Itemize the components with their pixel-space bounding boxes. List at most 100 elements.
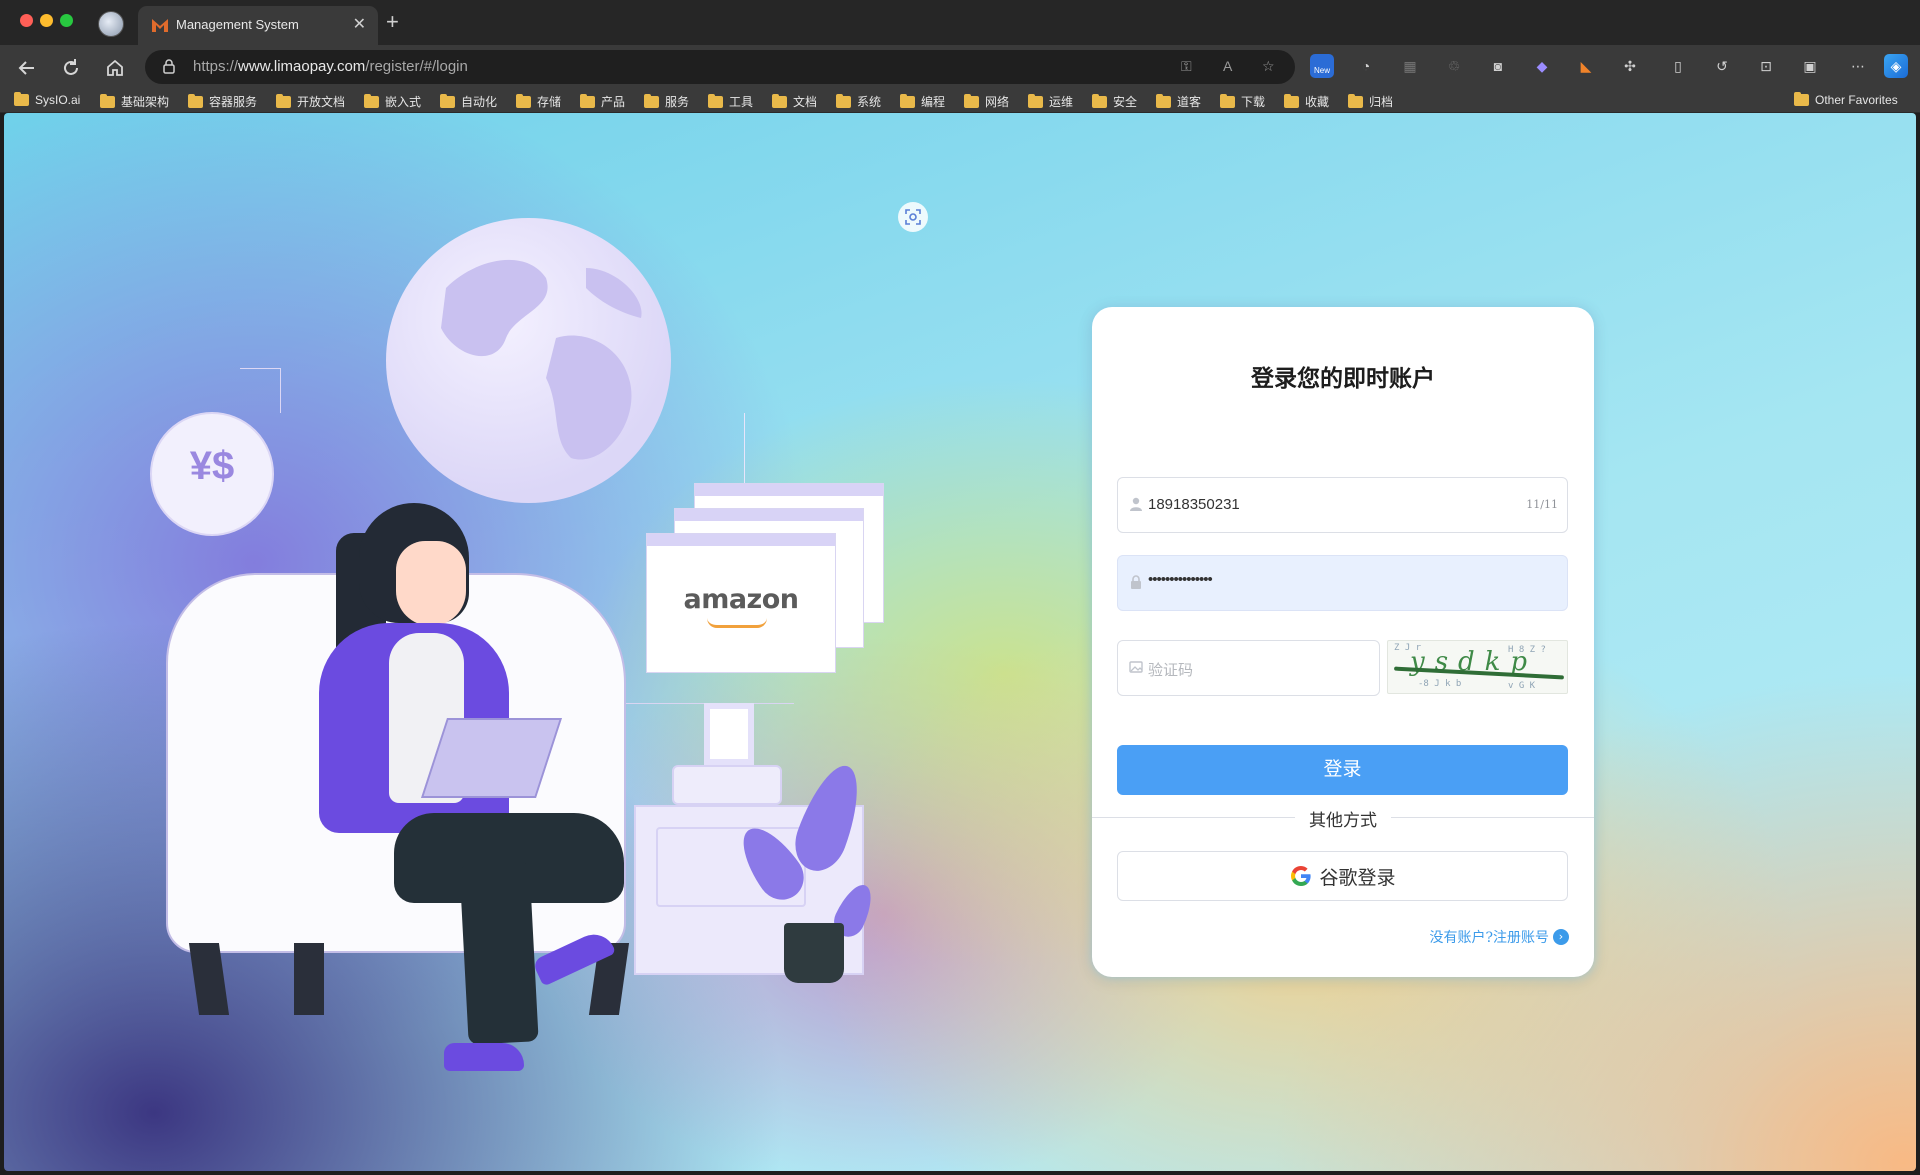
captcha-input[interactable]: 验证码 [1117,640,1380,696]
shoe-illustration [444,1043,524,1071]
bookmark-folder[interactable]: 服务 [644,93,689,110]
window-minimize-button[interactable] [40,14,53,27]
folder-icon [1156,93,1171,108]
image-icon [1129,661,1143,673]
folder-icon [1028,93,1043,108]
folder-icon [836,93,851,108]
amazon-window-illustration: amazon [646,533,836,673]
char-counter: 11/11 [1526,498,1558,511]
register-link[interactable]: 没有账户?注册账号 › [1429,927,1569,947]
bookmark-folder[interactable]: 运维 [1028,93,1073,110]
game-controller-icon[interactable]: ◆ [1530,54,1554,78]
bookmark-folder[interactable]: 下载 [1220,93,1265,110]
history-icon[interactable]: ↺ [1710,54,1734,78]
lock-icon [163,59,175,74]
bookmark-folder[interactable]: 基础架构 [100,93,169,110]
grid-extension-icon[interactable]: ▦ [1398,54,1422,78]
bookmark-folder[interactable]: 存储 [516,93,561,110]
fox-icon[interactable]: ◣ [1574,54,1598,78]
favorite-star-icon[interactable]: ☆ [1262,58,1275,75]
tab-management-system[interactable]: Management System ✕ [138,6,378,45]
puzzle-icon[interactable]: ✣ [1618,54,1642,78]
register-link-label: 没有账户?注册账号 [1429,930,1549,946]
folder-icon [1220,93,1235,108]
key-icon[interactable]: ⚿ [1181,58,1192,75]
captcha-image[interactable]: Z J r H 8 Z ? -8 J k b v G K ysdkp [1387,640,1568,694]
m-logo-icon [152,19,168,32]
bookmark-folder[interactable]: 产品 [580,93,625,110]
bookmark-folder[interactable]: 系统 [836,93,881,110]
bookmark-folder[interactable]: 收藏 [1284,93,1329,110]
bookmark-folder[interactable]: 网络 [964,93,1009,110]
screenshot-icon[interactable]: ⊡ [1754,54,1778,78]
profile-avatar[interactable] [98,11,124,37]
bookmark-folder[interactable]: 道客 [1156,93,1201,110]
gauge-icon[interactable]: ◔ [1354,54,1378,78]
chevron-right-icon: › [1553,929,1569,945]
back-icon[interactable] [14,55,40,81]
new-extension-icon[interactable]: New [1310,54,1334,78]
bookmark-folder[interactable]: SysIO.ai [14,92,80,107]
folder-icon [708,93,723,108]
chair-leg [294,943,324,1015]
folder-icon [644,93,659,108]
bookmark-folder[interactable]: 安全 [1092,93,1137,110]
bookmark-folder[interactable]: 编程 [900,93,945,110]
folder-icon [516,93,531,108]
folder-icon [1348,93,1363,108]
other-favorites-folder[interactable]: Other Favorites [1794,92,1898,107]
globe-illustration [386,218,671,503]
password-input[interactable]: ••••••••••••••• [1117,555,1568,611]
google-icon [1291,866,1312,886]
new-tab-button[interactable]: + [386,9,399,35]
books-illustration [672,765,782,805]
robot-icon[interactable]: ◙ [1486,54,1510,78]
bookmark-folder[interactable]: 容器服务 [188,93,257,110]
browser-toolbar: https://www.limaopay.com/register/#/logi… [0,45,1920,90]
folder-icon [1092,93,1107,108]
recycle-icon[interactable]: ♲ [1442,54,1466,78]
bookmarks-bar: SysIO.ai 基础架构 容器服务 开放文档 嵌入式 自动化 存储 产品 服务… [0,90,1920,113]
folder-icon [772,93,787,108]
home-icon[interactable] [102,55,128,81]
collections-icon[interactable]: ▣ [1798,54,1822,78]
bookmark-folder[interactable]: 嵌入式 [364,93,421,110]
browser-titlebar: Management System ✕ + [0,0,1920,45]
google-login-button[interactable]: 谷歌登录 [1117,851,1568,901]
window-maximize-button[interactable] [60,14,73,27]
user-icon [1130,497,1142,511]
more-menu-icon[interactable]: ⋯ [1846,54,1870,78]
split-screen-icon[interactable]: ▯ [1666,54,1690,78]
tab-title: Management System [176,17,299,32]
phone-input[interactable]: 18918350231 11/11 [1117,477,1568,533]
address-bar[interactable]: https://www.limaopay.com/register/#/logi… [145,50,1295,84]
bookmark-folder[interactable]: 自动化 [440,93,497,110]
folder-icon [1284,93,1299,108]
folder-icon [440,93,455,108]
other-methods-label: 其他方式 [1092,806,1594,831]
folder-icon [964,93,979,108]
login-card: 登录您的即时账户 18918350231 11/11 •••••••••••••… [1092,307,1594,977]
phone-value: 18918350231 [1148,496,1240,513]
bookmark-folder[interactable]: 归档 [1348,93,1393,110]
captcha-placeholder: 验证码 [1148,662,1194,679]
bookmark-folder[interactable]: 开放文档 [276,93,345,110]
folder-icon [1794,92,1809,106]
window-close-button[interactable] [20,14,33,27]
page-title: 登录您的即时账户 [1251,365,1435,392]
copilot-icon[interactable]: ◈ [1884,54,1908,78]
read-aloud-icon[interactable]: A [1223,58,1232,74]
bookmark-folder[interactable]: 文档 [772,93,817,110]
folder-icon [14,92,29,106]
url-text[interactable]: https://www.limaopay.com/register/#/logi… [193,58,468,75]
folder-icon [900,93,915,108]
bookmark-folder[interactable]: 工具 [708,93,753,110]
close-icon[interactable]: ✕ [353,14,366,34]
reload-icon[interactable] [58,55,84,81]
plant-pot-illustration [784,923,844,983]
leg-illustration [459,861,539,1045]
page-viewport: ¥$ amazon 登录您的即时账户 18918350231 11/11 •••… [4,113,1916,1171]
amazon-smile-icon [707,618,767,628]
login-button[interactable]: 登录 [1117,745,1568,795]
hero-illustration: ¥$ amazon [104,163,924,1071]
